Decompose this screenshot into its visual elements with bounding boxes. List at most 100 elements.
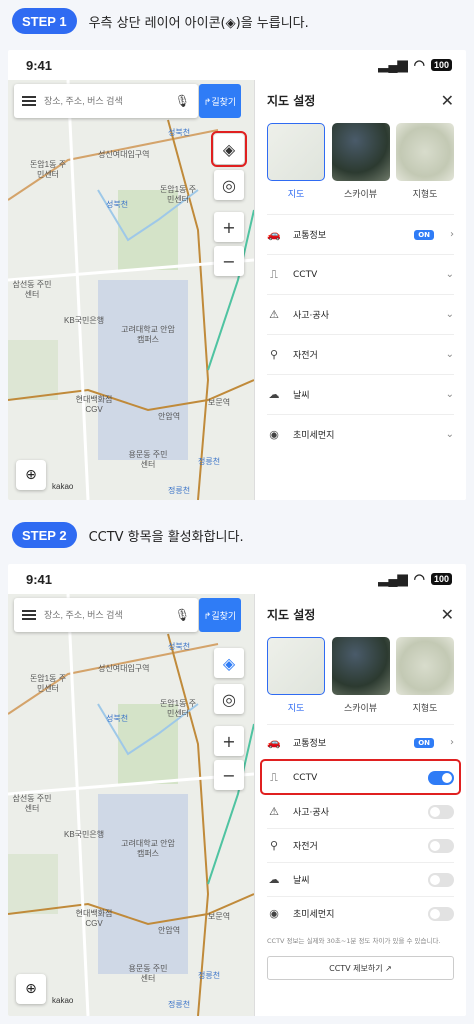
search-input[interactable] (44, 610, 167, 620)
locate-me-button[interactable]: ⊕ (16, 974, 46, 1004)
current-location-button[interactable]: ◎ (214, 684, 244, 714)
chevron-right-icon: › (450, 229, 454, 240)
map-view[interactable]: 성북천 성신여대입구역 돈암1동 주민센터 돈암1동 주민센터 성북천 삼선동 … (8, 594, 254, 1016)
dust-toggle[interactable] (428, 906, 454, 921)
search-bar[interactable]: 🎙 (14, 84, 198, 118)
crosshair-icon: ⊕ (25, 467, 37, 483)
directions-button[interactable]: ↱길찾기 (199, 84, 241, 118)
chevron-down-icon: ⌄ (445, 389, 454, 400)
search-input[interactable] (44, 96, 167, 106)
close-icon[interactable]: ✕ (441, 91, 454, 110)
cctv-icon: ⎍ (270, 770, 278, 784)
layer-button[interactable]: ◈ (211, 131, 247, 167)
map-label: 정릉천 (198, 971, 221, 980)
step-2-header: STEP 2 CCTV 항목을 활성화합니다. (12, 522, 244, 548)
directions-button[interactable]: ↱길찾기 (199, 598, 241, 632)
zoom-out-button[interactable]: − (214, 760, 244, 790)
map-label: 성신여대입구역 (98, 150, 150, 159)
map-label: 고려대학교 안암캠퍼스 (121, 839, 175, 858)
minus-icon: − (222, 251, 236, 271)
map-label: 정릉천 (198, 457, 221, 466)
close-icon[interactable]: ✕ (441, 605, 454, 624)
row-cctv[interactable]: ⎍ CCTV (260, 759, 461, 795)
row-bicycle[interactable]: ⚲ 자전거 (267, 828, 454, 862)
signal-icon: ▂▄▆ (378, 57, 408, 72)
chevron-down-icon: ⌄ (445, 429, 454, 440)
row-weather[interactable]: ☁ 날씨 ⌄ (267, 374, 454, 414)
zoom-in-button[interactable]: + (214, 726, 244, 756)
plus-icon: + (222, 217, 236, 237)
map-label: 삼선동 주민센터 (12, 280, 52, 299)
zoom-out-button[interactable]: − (214, 246, 244, 276)
map-label: KB국민은행 (64, 316, 105, 325)
current-location-button[interactable]: ◎ (214, 170, 244, 200)
row-weather[interactable]: ☁ 날씨 (267, 862, 454, 896)
phone-screen-2: 9:41 ▂▄▆ ◠ 100 성북천 성신여대입구역 돈암1동 주민센터 돈암1동 … (8, 564, 466, 1016)
map-settings-panel: 지도 설정 ✕ 지도 스카이뷰 지형도 🚗 교통정보 ON › ⎍ CCTV ⚠ 사고·공사… (254, 594, 466, 1016)
status-time: 9:41 (26, 57, 53, 73)
row-dust[interactable]: ◉ 초미세먼지 (267, 896, 454, 930)
menu-icon[interactable] (22, 610, 36, 620)
cctv-toggle[interactable] (428, 770, 454, 785)
signal-icon: ▂▄▆ (378, 571, 408, 586)
step-badge: STEP 1 (12, 8, 77, 34)
map-label: 삼선동 주민센터 (12, 794, 52, 813)
search-bar[interactable]: 🎙 (14, 598, 198, 632)
layer-button[interactable]: ◈ (214, 648, 244, 678)
cctv-report-button[interactable]: CCTV 제보하기 ↗ (267, 956, 454, 980)
row-traffic[interactable]: 🚗 교통정보 ON › (267, 214, 454, 254)
map-type-default[interactable]: 지도 (267, 123, 325, 200)
panel-title: 지도 설정 (267, 607, 316, 622)
dust-icon: ◉ (269, 428, 279, 441)
map-label: 성북천 (106, 714, 129, 723)
wifi-icon: ◠ (413, 571, 425, 586)
map-type-skyview[interactable]: 스카이뷰 (331, 123, 390, 200)
weather-icon: ☁ (268, 388, 280, 401)
minus-icon: − (222, 765, 236, 785)
target-icon: ◎ (222, 689, 236, 709)
map-label: 돈암1동 주민센터 (159, 185, 197, 204)
wifi-icon: ◠ (413, 57, 425, 72)
row-traffic[interactable]: 🚗 교통정보 ON › (267, 724, 454, 760)
map-label: 돈암1동 주민센터 (29, 674, 67, 693)
map-type-skyview[interactable]: 스카이뷰 (331, 637, 390, 714)
zoom-in-button[interactable]: + (214, 212, 244, 242)
map-type-default[interactable]: 지도 (267, 637, 325, 714)
status-bar: 9:41 ▂▄▆ ◠ 100 (8, 50, 466, 80)
layers-icon: ◈ (222, 653, 236, 673)
row-cctv[interactable]: ⎍ CCTV ⌄ (267, 254, 454, 294)
accident-toggle[interactable] (428, 804, 454, 819)
weather-toggle[interactable] (428, 872, 454, 887)
mic-icon[interactable]: 🎙 (175, 608, 190, 622)
map-label: 용문동 주민센터 (128, 450, 168, 469)
map-type-terrain[interactable]: 지형도 (396, 637, 454, 714)
cctv-note: CCTV 정보는 실제와 30초~1분 정도 차이가 있을 수 있습니다. (267, 937, 441, 945)
chevron-right-icon: › (450, 737, 454, 748)
battery-icon: 100 (430, 59, 452, 71)
map-label: 돈암1동 주민센터 (29, 160, 67, 179)
row-dust[interactable]: ◉ 초미세먼지 ⌄ (267, 414, 454, 454)
step-badge: STEP 2 (12, 522, 77, 548)
map-label: 정릉천 (168, 1000, 191, 1009)
map-label: 성북천 (168, 128, 191, 137)
dust-icon: ◉ (269, 907, 279, 920)
chevron-down-icon: ⌄ (445, 309, 454, 320)
row-bicycle[interactable]: ⚲ 자전거 ⌄ (267, 334, 454, 374)
on-badge: ON (414, 229, 434, 240)
bicycle-toggle[interactable] (428, 838, 454, 853)
phone-screen-1: 9:41 ▂▄▆ ◠ 100 성북천 성신여대입구역 돈암1동 주민센터 돈암1동 … (8, 50, 466, 500)
map-type-terrain[interactable]: 지형도 (396, 123, 454, 200)
row-accident[interactable]: ⚠ 사고·공사 ⌄ (267, 294, 454, 334)
map-label: 성북천 (106, 200, 129, 209)
step-text: 우측 상단 레이어 아이콘(◈)을 누릅니다. (88, 15, 309, 31)
warning-icon: ⚠ (269, 805, 279, 818)
locate-me-button[interactable]: ⊕ (16, 460, 46, 490)
map-view[interactable]: 성북천 성신여대입구역 돈암1동 주민센터 돈암1동 주민센터 성북천 삼선동 … (8, 80, 254, 500)
mic-icon[interactable]: 🎙 (175, 94, 190, 108)
row-accident[interactable]: ⚠ 사고·공사 (267, 794, 454, 828)
weather-icon: ☁ (268, 873, 280, 886)
kakao-logo: kakao (52, 482, 74, 491)
menu-icon[interactable] (22, 96, 36, 106)
chevron-down-icon: ⌄ (445, 269, 454, 280)
kakao-logo: kakao (52, 996, 74, 1005)
